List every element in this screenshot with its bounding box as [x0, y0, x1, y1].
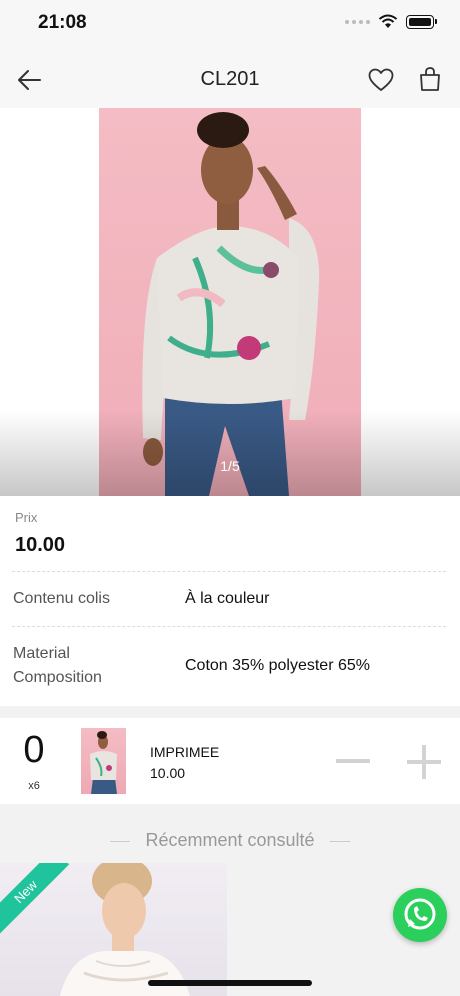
quantity-value: 0: [23, 729, 45, 771]
variant-price: 10.00: [150, 765, 186, 781]
recent-product-card[interactable]: New: [0, 863, 227, 996]
status-icons: [345, 14, 437, 29]
pack-size: x6: [28, 780, 40, 792]
shopping-bag-icon[interactable]: [418, 66, 442, 92]
increase-quantity-button[interactable]: [404, 742, 444, 782]
status-time: 21:08: [38, 12, 87, 33]
decrease-quantity-button[interactable]: [334, 746, 372, 776]
battery-icon: [406, 14, 437, 29]
variant-row: 0 x6 IMPRIMEE 10.00: [0, 718, 460, 804]
gallery-shade: [0, 108, 460, 496]
signal-icon: [345, 19, 370, 24]
wifi-icon: [378, 14, 398, 28]
product-gallery[interactable]: 1/5: [0, 108, 460, 496]
gallery-pager: 1/5: [220, 458, 240, 474]
divider: [12, 571, 446, 572]
detail-label-material: Material Composition: [13, 645, 102, 686]
detail-value-package: À la couleur: [185, 590, 270, 607]
price-value: 10.00: [15, 534, 66, 556]
home-indicator: [148, 980, 312, 986]
variant-thumbnail[interactable]: [81, 728, 126, 794]
whatsapp-button[interactable]: [393, 888, 447, 942]
section-line: [330, 841, 350, 842]
detail-value-material: Coton 35% polyester 65%: [185, 657, 370, 674]
status-bar: 21:08: [0, 0, 460, 50]
whatsapp-icon: [404, 898, 436, 930]
price-label: Prix: [15, 510, 38, 525]
nav-bar: CL201: [0, 50, 460, 109]
variant-name: IMPRIMEE: [150, 744, 220, 760]
product-info: Prix 10.00 Contenu colis À la couleur Ma…: [0, 496, 460, 706]
heart-icon[interactable]: [368, 68, 394, 92]
divider: [12, 626, 446, 627]
detail-label-package: Contenu colis: [13, 590, 110, 607]
recent-section-title: Récemment consulté: [145, 830, 315, 850]
